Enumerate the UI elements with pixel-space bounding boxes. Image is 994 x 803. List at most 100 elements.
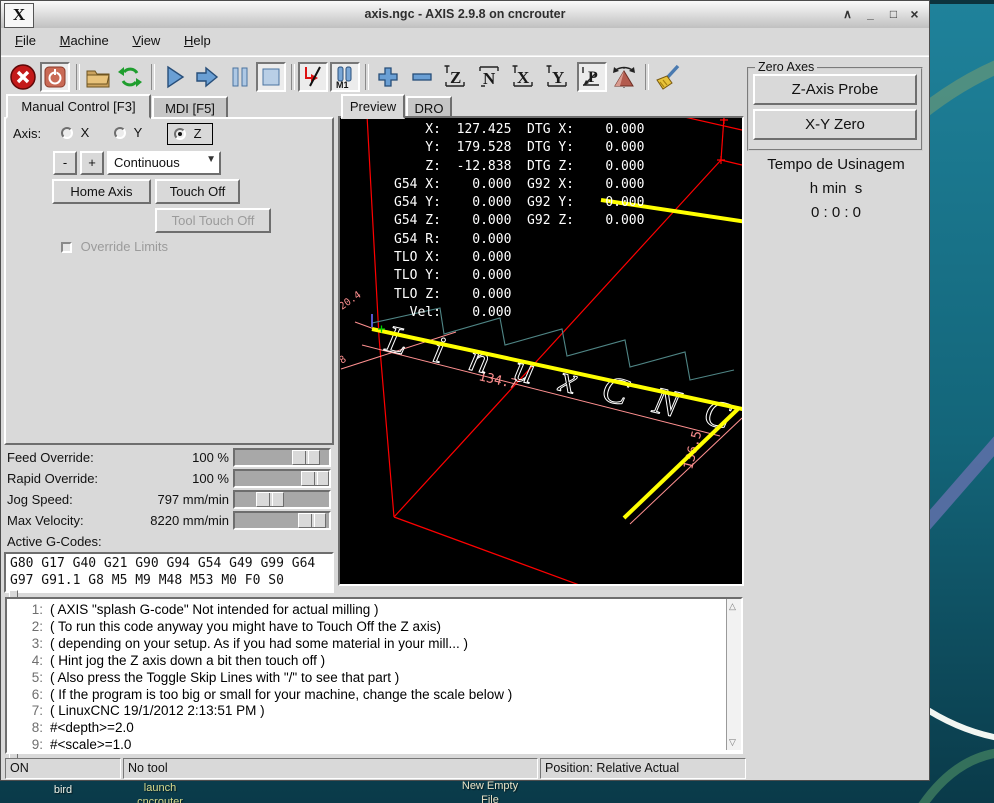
tab-preview[interactable]: Preview [341, 94, 405, 119]
toolbar-separator [76, 64, 80, 90]
svg-text:P: P [588, 69, 598, 86]
toolbar-separator [645, 64, 649, 90]
stop-button[interactable] [256, 62, 286, 92]
xy-zero-button[interactable]: X-Y Zero [753, 109, 917, 140]
jog-speed-slider[interactable] [233, 490, 331, 509]
view-x-button[interactable]: X [509, 62, 539, 92]
desktop-icon-launch-cncrouter[interactable]: launchcncrouter [118, 781, 202, 803]
menu-help[interactable]: Help [174, 28, 221, 52]
jog-minus-button[interactable]: - [53, 151, 77, 175]
rotate-view-button[interactable] [609, 62, 639, 92]
max-velocity-slider[interactable] [233, 511, 331, 530]
svg-text:20.4: 20.4 [340, 290, 363, 313]
open-file-button[interactable] [83, 62, 113, 92]
rapid-override-label: Rapid Override: [7, 471, 98, 486]
svg-text:Z: Z [450, 68, 461, 87]
tab-manual-control[interactable]: Manual Control [F3] [6, 94, 151, 119]
gcode-line: 5:( Also press the Toggle Skip Lines wit… [9, 670, 741, 687]
gcode-scrollbar[interactable]: △ ▽ [726, 599, 741, 750]
run-button[interactable] [159, 62, 189, 92]
minimize-button[interactable]: _ [861, 5, 880, 24]
home-axis-button[interactable]: Home Axis [52, 179, 151, 204]
view-z-button[interactable]: Z [441, 62, 471, 92]
override-limits-checkbox[interactable]: Override Limits [61, 239, 168, 254]
preview-canvas[interactable]: 134.7 136.5 20.4 8 LinuxCNC X: 127.425 D… [338, 116, 744, 586]
scroll-up-icon[interactable]: △ [729, 601, 736, 612]
part-outline-text: LinuxCNC [381, 318, 735, 438]
desktop-icon-new-empty-file[interactable]: New EmptyFile [440, 779, 540, 803]
jog-mode-select[interactable]: Continuous ▼ [107, 151, 221, 175]
toggle-optional-pause-button[interactable]: M1 [330, 62, 360, 92]
radio-circle [114, 127, 126, 139]
zoom-in-button[interactable] [373, 62, 403, 92]
estop-button[interactable] [8, 62, 38, 92]
reload-button[interactable] [115, 62, 145, 92]
z-axis-probe-button[interactable]: Z-Axis Probe [753, 74, 917, 105]
close-button[interactable]: × [905, 5, 924, 24]
gcode-listing[interactable]: 1:( AXIS "splash G-code" Not intended fo… [5, 597, 743, 754]
axis-radio-y[interactable]: Y [114, 125, 142, 140]
radio-circle [61, 127, 73, 139]
clear-plot-button[interactable] [653, 62, 683, 92]
slider-handle[interactable] [292, 450, 320, 465]
window-title: axis.ngc - AXIS 2.9.8 on cncrouter [1, 1, 929, 28]
tab-mdi[interactable]: MDI [F5] [152, 96, 228, 119]
axis-radio-z[interactable]: Z [167, 123, 213, 145]
gcode-line: 6:( If the program is too big or small f… [9, 687, 741, 704]
zero-axes-label: Zero Axes [755, 60, 817, 74]
tool-touch-off-button[interactable]: Tool Touch Off [155, 208, 271, 233]
gcode-line: 3:( depending on your setup. As if you h… [9, 636, 741, 653]
shade-button[interactable]: ∧ [838, 5, 857, 24]
jog-speed-value: 797 mm/min [121, 492, 229, 507]
max-velocity-label: Max Velocity: [7, 513, 84, 528]
svg-text:X: X [517, 68, 530, 87]
feed-override-label: Feed Override: [7, 450, 94, 465]
gcode-line: 2:( To run this code anyway you might ha… [9, 619, 741, 636]
checkbox-box [61, 242, 72, 253]
max-velocity-value: 8220 mm/min [121, 513, 229, 528]
tempo-units: h min s [746, 180, 926, 197]
dro-readout: X: 127.425 DTG X: 0.000 Y: 179.528 DTG Y… [394, 121, 644, 322]
view-perspective-button[interactable]: P [577, 62, 607, 92]
toggle-skip-lines-button[interactable] [298, 62, 328, 92]
gcode-line: 9:#<scale>=1.0 [9, 737, 741, 754]
desktop-icon-bird[interactable]: bird [40, 783, 86, 797]
chevron-down-icon: ▼ [206, 154, 216, 165]
slider-handle[interactable] [298, 513, 326, 528]
svg-text:N: N [483, 69, 496, 88]
machine-power-button[interactable] [40, 62, 70, 92]
zoom-out-button[interactable] [407, 62, 437, 92]
status-machine-state: ON [5, 758, 121, 779]
view-y-button[interactable]: Y [543, 62, 573, 92]
gcode-line: 7:( LinuxCNC 19/1/2012 2:13:51 PM ) [9, 703, 741, 720]
touch-off-button[interactable]: Touch Off [155, 179, 240, 204]
toolbar-separator [365, 64, 369, 90]
screen: bird launchcncrouter New EmptyFile X axi… [0, 0, 994, 803]
scroll-down-icon[interactable]: ▽ [729, 737, 736, 748]
svg-text:8: 8 [340, 354, 349, 366]
slider-handle[interactable] [301, 471, 329, 486]
radio-circle [174, 128, 186, 140]
svg-text:M1: M1 [336, 80, 349, 90]
jog-speed-label: Jog Speed: [7, 492, 73, 507]
feed-override-value: 100 % [121, 450, 229, 465]
status-tool: No tool [123, 758, 538, 779]
maximize-button[interactable]: □ [884, 5, 903, 24]
menu-file[interactable]: File [5, 28, 46, 52]
rapid-override-slider[interactable] [233, 469, 331, 488]
svg-text:Y: Y [552, 68, 564, 87]
view-z2-button[interactable]: N [475, 62, 505, 92]
titlebar[interactable]: X axis.ngc - AXIS 2.9.8 on cncrouter ∧ _… [1, 1, 929, 29]
active-gcodes-box: G80 G17 G40 G21 G90 G94 G54 G49 G99 G64 … [4, 552, 334, 593]
menu-view[interactable]: View [122, 28, 170, 52]
run-step-button[interactable] [192, 62, 222, 92]
tempo-title: Tempo de Usinagem [746, 156, 926, 173]
pause-button[interactable] [225, 62, 255, 92]
axis-label: Axis: [13, 126, 41, 141]
axis-radio-x[interactable]: X [61, 125, 89, 140]
menu-machine[interactable]: Machine [50, 28, 119, 52]
feed-override-slider[interactable] [233, 448, 331, 467]
active-gcodes-label: Active G-Codes: [7, 534, 102, 549]
slider-handle[interactable] [256, 492, 284, 507]
jog-plus-button[interactable]: + [80, 151, 104, 175]
